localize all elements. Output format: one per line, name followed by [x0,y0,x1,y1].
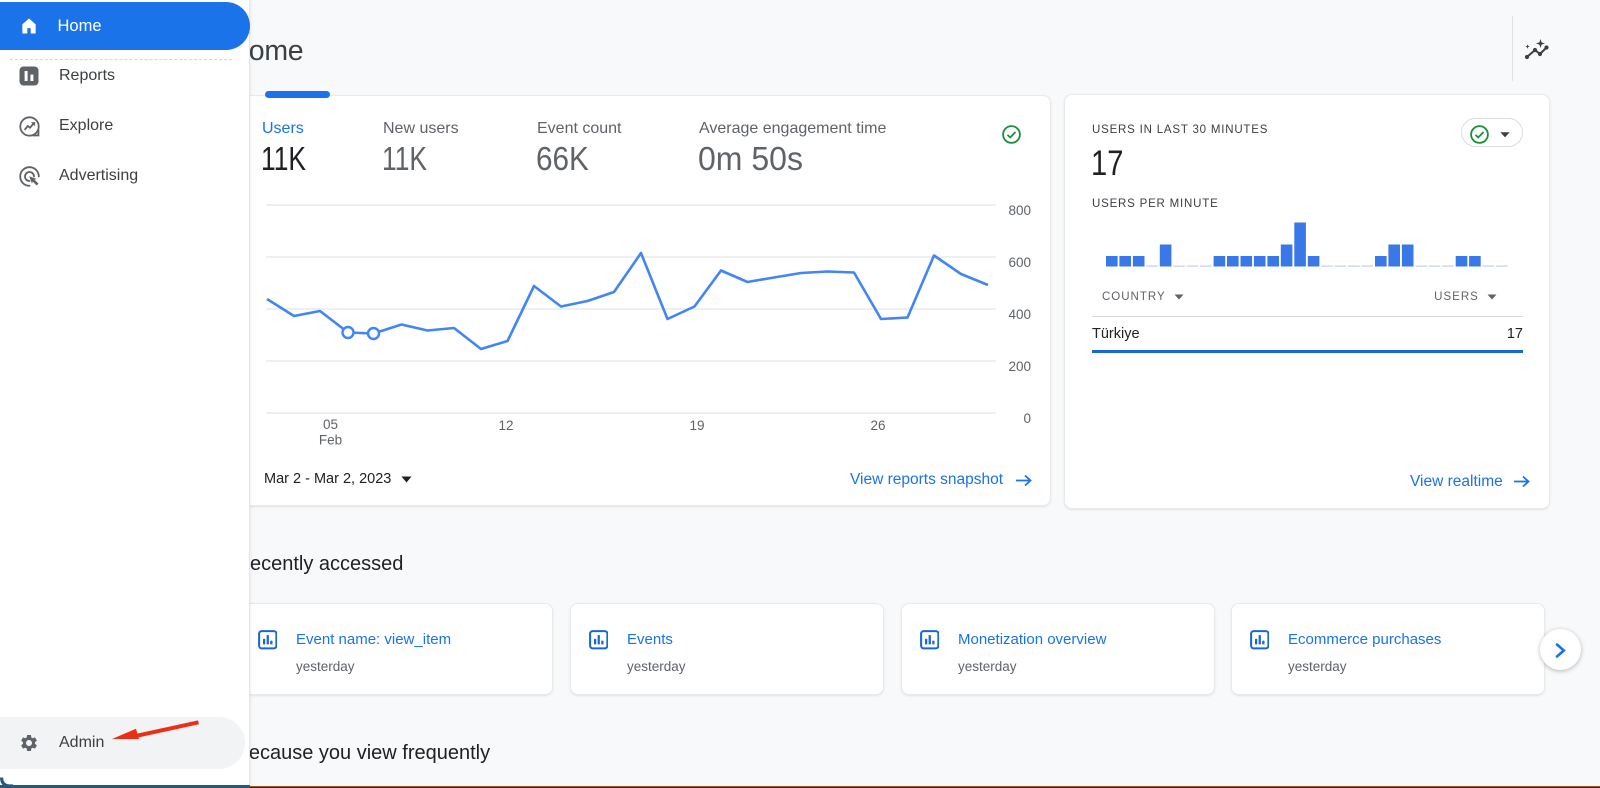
svg-text:0: 0 [1023,411,1031,426]
svg-text:19: 19 [689,418,704,433]
svg-text:05: 05 [323,417,338,432]
svg-text:800: 800 [1008,203,1031,218]
svg-text:200: 200 [1008,359,1031,374]
svg-text:400: 400 [1008,307,1031,322]
svg-text:600: 600 [1008,255,1031,270]
svg-text:Feb: Feb [319,433,342,448]
svg-text:12: 12 [498,418,513,433]
svg-text:26: 26 [870,418,885,433]
